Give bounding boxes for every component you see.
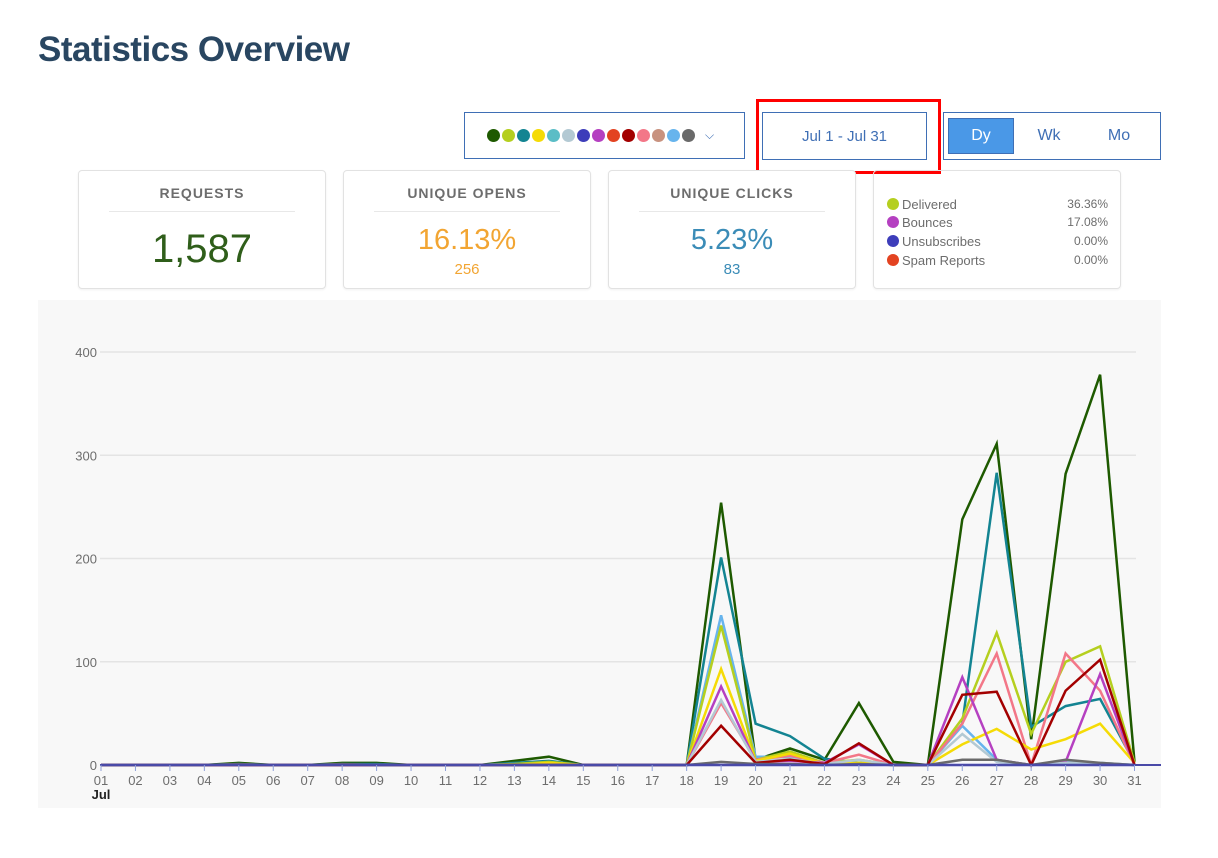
x-tick-label: 15	[576, 773, 590, 788]
x-tick-label: 19	[714, 773, 728, 788]
legend-row-spam-reports: Spam Reports 0.00%	[887, 251, 1108, 269]
x-tick-label: 07	[300, 773, 314, 788]
unique-clicks-count: 83	[723, 261, 741, 278]
color-dots	[487, 129, 695, 142]
color-dot	[652, 129, 665, 142]
divider	[639, 211, 825, 212]
x-tick-label: 30	[1093, 773, 1107, 788]
x-tick-label: 06	[266, 773, 280, 788]
y-tick-label: 200	[75, 552, 97, 567]
x-tick-label: 05	[232, 773, 246, 788]
legend-dot	[887, 254, 899, 266]
x-tick-label: 22	[817, 773, 831, 788]
x-tick-label: 13	[507, 773, 521, 788]
legend-dot	[887, 216, 899, 228]
legend-value: 36.36%	[1067, 197, 1108, 211]
legend-label: Bounces	[902, 214, 953, 230]
color-dot	[637, 129, 650, 142]
x-tick-label: 21	[783, 773, 797, 788]
unique-clicks-card: UNIQUE CLICKS 5.23% 83	[608, 170, 856, 289]
x-tick-label: 29	[1058, 773, 1072, 788]
unique-opens-card: UNIQUE OPENS 16.13% 256	[343, 170, 591, 289]
x-tick-label: 20	[748, 773, 762, 788]
color-dot	[667, 129, 680, 142]
color-dot	[517, 129, 530, 142]
color-dot	[592, 129, 605, 142]
unique-opens-count: 256	[454, 261, 480, 278]
x-tick-label: 27	[989, 773, 1003, 788]
unique-clicks-label: UNIQUE CLICKS	[670, 185, 794, 201]
x-tick-label: 01	[94, 773, 108, 788]
x-tick-label: 16	[611, 773, 625, 788]
series-line	[101, 374, 1136, 767]
series-color-select[interactable]: ⌵	[464, 112, 745, 159]
y-tick-label: 100	[75, 655, 97, 670]
requests-value: 1,587	[151, 227, 253, 271]
rates-legend-card: Delivered 36.36% Bounces 17.08% Unsubscr…	[873, 170, 1121, 289]
x-tick-label: 25	[921, 773, 935, 788]
divider	[374, 211, 560, 212]
stats-line-chart: 0 100 200 300 400 01 02 03 04 05 06 07 08 09 10 11 12 13 1…	[38, 300, 1161, 808]
x-tick-label: 11	[439, 773, 453, 788]
legend-value: 17.08%	[1067, 215, 1108, 229]
legend-value: 0.00%	[1073, 234, 1108, 248]
legend-label: Spam Reports	[902, 252, 986, 268]
x-tick-label: 04	[197, 773, 211, 788]
legend-label: Unsubscribes	[902, 233, 981, 249]
color-dot	[562, 129, 575, 142]
period-week-button[interactable]: Wk	[1014, 118, 1084, 154]
unique-clicks-value: 5.23%	[690, 224, 774, 256]
color-dot	[532, 129, 545, 142]
series-line	[101, 697, 1135, 767]
x-tick-label: 23	[852, 773, 866, 788]
x-tick-label: 14	[542, 773, 556, 788]
page-title: Statistics Overview	[38, 30, 350, 69]
x-tick-label: 10	[404, 773, 418, 788]
legend-row-delivered: Delivered 36.36%	[887, 195, 1108, 213]
color-dot	[487, 129, 500, 142]
period-toggle: Dy Wk Mo	[943, 112, 1161, 160]
color-dot	[547, 129, 560, 142]
color-dot	[622, 129, 635, 142]
x-tick-label: 26	[955, 773, 969, 788]
legend-value: 0.00%	[1073, 253, 1108, 267]
period-month-button[interactable]: Mo	[1084, 118, 1154, 154]
legend-row-bounces: Bounces 17.08%	[887, 213, 1108, 231]
legend-label: Delivered	[902, 196, 957, 212]
x-tick-label: 24	[886, 773, 900, 788]
x-tick-label: 28	[1024, 773, 1038, 788]
x-tick-label: 08	[335, 773, 349, 788]
date-range-button[interactable]: Jul 1 - Jul 31	[762, 112, 927, 160]
x-tick-label: 12	[473, 773, 487, 788]
unique-opens-label: UNIQUE OPENS	[407, 185, 527, 201]
x-axis-month-label: Jul	[92, 787, 111, 802]
y-tick-label: 300	[75, 448, 97, 463]
y-tick-label: 0	[90, 758, 97, 773]
color-dot	[577, 129, 590, 142]
period-day-button[interactable]: Dy	[948, 118, 1014, 154]
chart-svg: 0 100 200 300 400 01 02 03 04 05 06 07 08 09 10 11 12 13 1…	[75, 345, 1161, 802]
requests-label: REQUESTS	[159, 185, 245, 201]
color-dot	[502, 129, 515, 142]
requests-card: REQUESTS 1,587	[78, 170, 326, 289]
legend-dot	[887, 235, 899, 247]
x-tick-label: 17	[645, 773, 659, 788]
color-dot	[607, 129, 620, 142]
unique-opens-value: 16.13%	[417, 224, 517, 256]
chevron-down-icon: ⌵	[705, 128, 715, 142]
x-tick-label: 03	[163, 773, 177, 788]
legend-row-unsubscribes: Unsubscribes 0.00%	[887, 232, 1108, 250]
y-tick-label: 400	[75, 345, 97, 360]
x-tick-label: 02	[128, 773, 142, 788]
x-tick-label: 09	[369, 773, 383, 788]
x-tick-label: 18	[679, 773, 693, 788]
legend-dot	[887, 198, 899, 210]
x-tick-label: 31	[1127, 773, 1141, 788]
color-dot	[682, 129, 695, 142]
divider	[109, 211, 295, 212]
